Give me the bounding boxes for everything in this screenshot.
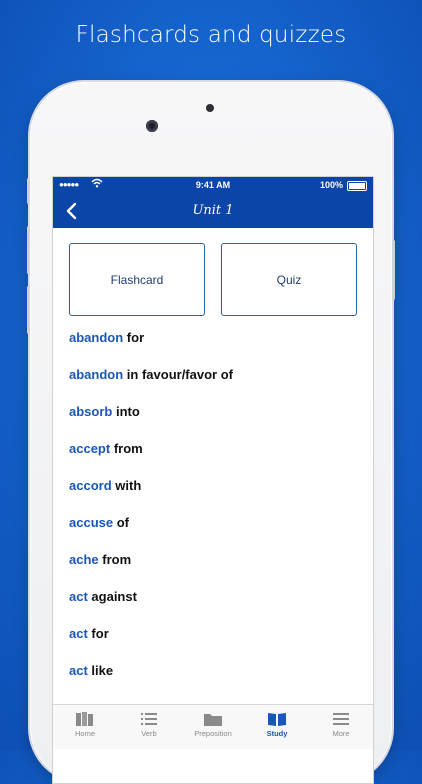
tab-study[interactable]: Study: [245, 705, 309, 749]
quiz-label: Quiz: [276, 272, 302, 287]
preposition-text: for: [91, 626, 109, 641]
list-item[interactable]: ache from: [69, 552, 233, 589]
navigation-bar: Unit 1: [53, 194, 373, 228]
preposition-text: into: [115, 404, 140, 419]
verb-text: ache: [69, 552, 99, 567]
tab-label: Home: [74, 729, 95, 738]
power-button: [392, 240, 395, 300]
list-item[interactable]: absorb into: [69, 404, 233, 441]
verb-text: abandon: [69, 367, 124, 382]
tab-bar: Home Verb Preposition Study More: [53, 704, 373, 749]
list-item[interactable]: act against: [69, 589, 233, 626]
preposition-text: in favour/favor of: [126, 367, 233, 382]
preposition-text: with: [115, 478, 142, 493]
tab-preposition[interactable]: Preposition: [181, 705, 245, 749]
tab-label: Verb: [141, 729, 157, 738]
tab-label: Study: [266, 729, 288, 738]
verb-text: absorb: [69, 404, 113, 419]
sensor-dot: [206, 104, 214, 112]
page-title: Unit 1: [192, 203, 234, 218]
volume-up-button: [27, 226, 30, 274]
list-icon: [141, 713, 157, 725]
flashcard-label: Flashcard: [110, 272, 164, 287]
tab-verb[interactable]: Verb: [117, 705, 181, 749]
status-bar: ●●●●● 9:41 AM 100%: [53, 177, 373, 194]
camera: [146, 120, 158, 132]
verb-text: accord: [69, 478, 112, 493]
tab-label: More: [332, 729, 350, 738]
verb-text: accept: [69, 441, 111, 456]
preposition-text: of: [116, 515, 129, 530]
folder-icon: [204, 714, 222, 726]
tab-home[interactable]: Home: [53, 705, 117, 749]
list-item[interactable]: abandon in favour/favor of: [69, 367, 233, 404]
verb-text: abandon: [69, 330, 124, 345]
list-item[interactable]: accord with: [69, 478, 233, 515]
open-book-icon: [268, 713, 286, 726]
preposition-text: from: [102, 552, 132, 567]
headline: Flashcards and quizzes: [75, 22, 347, 48]
verb-text: act: [69, 626, 88, 641]
preposition-text: for: [126, 330, 145, 345]
tab-more[interactable]: More: [309, 705, 373, 749]
app-screen: ●●●●● 9:41 AM 100% Unit 1 Flashcard Quiz…: [52, 176, 374, 784]
tab-label: Preposition: [194, 729, 232, 738]
list-item[interactable]: abandon for: [69, 330, 233, 367]
preposition-text: like: [91, 663, 114, 678]
phone-frame: ●●●●● 9:41 AM 100% Unit 1 Flashcard Quiz…: [27, 82, 395, 784]
verb-text: act: [69, 589, 88, 604]
battery-percent: 100%: [319, 180, 343, 190]
preposition-text: against: [91, 589, 137, 604]
preposition-text: from: [113, 441, 143, 456]
list-item[interactable]: act like: [69, 663, 233, 700]
flashcard-button[interactable]: Flashcard: [69, 243, 205, 316]
verb-text: act: [69, 663, 88, 678]
menu-icon: [333, 713, 349, 725]
list-item[interactable]: accuse of: [69, 515, 233, 552]
list-item[interactable]: accept from: [69, 441, 233, 478]
battery-icon: [347, 181, 367, 191]
word-list: abandon for abandon in favour/favor of a…: [69, 330, 233, 700]
quiz-button[interactable]: Quiz: [221, 243, 357, 316]
mute-switch: [27, 178, 30, 204]
volume-down-button: [27, 286, 30, 334]
list-item[interactable]: act for: [69, 626, 233, 663]
books-icon: [76, 712, 93, 726]
verb-text: accuse: [69, 515, 114, 530]
